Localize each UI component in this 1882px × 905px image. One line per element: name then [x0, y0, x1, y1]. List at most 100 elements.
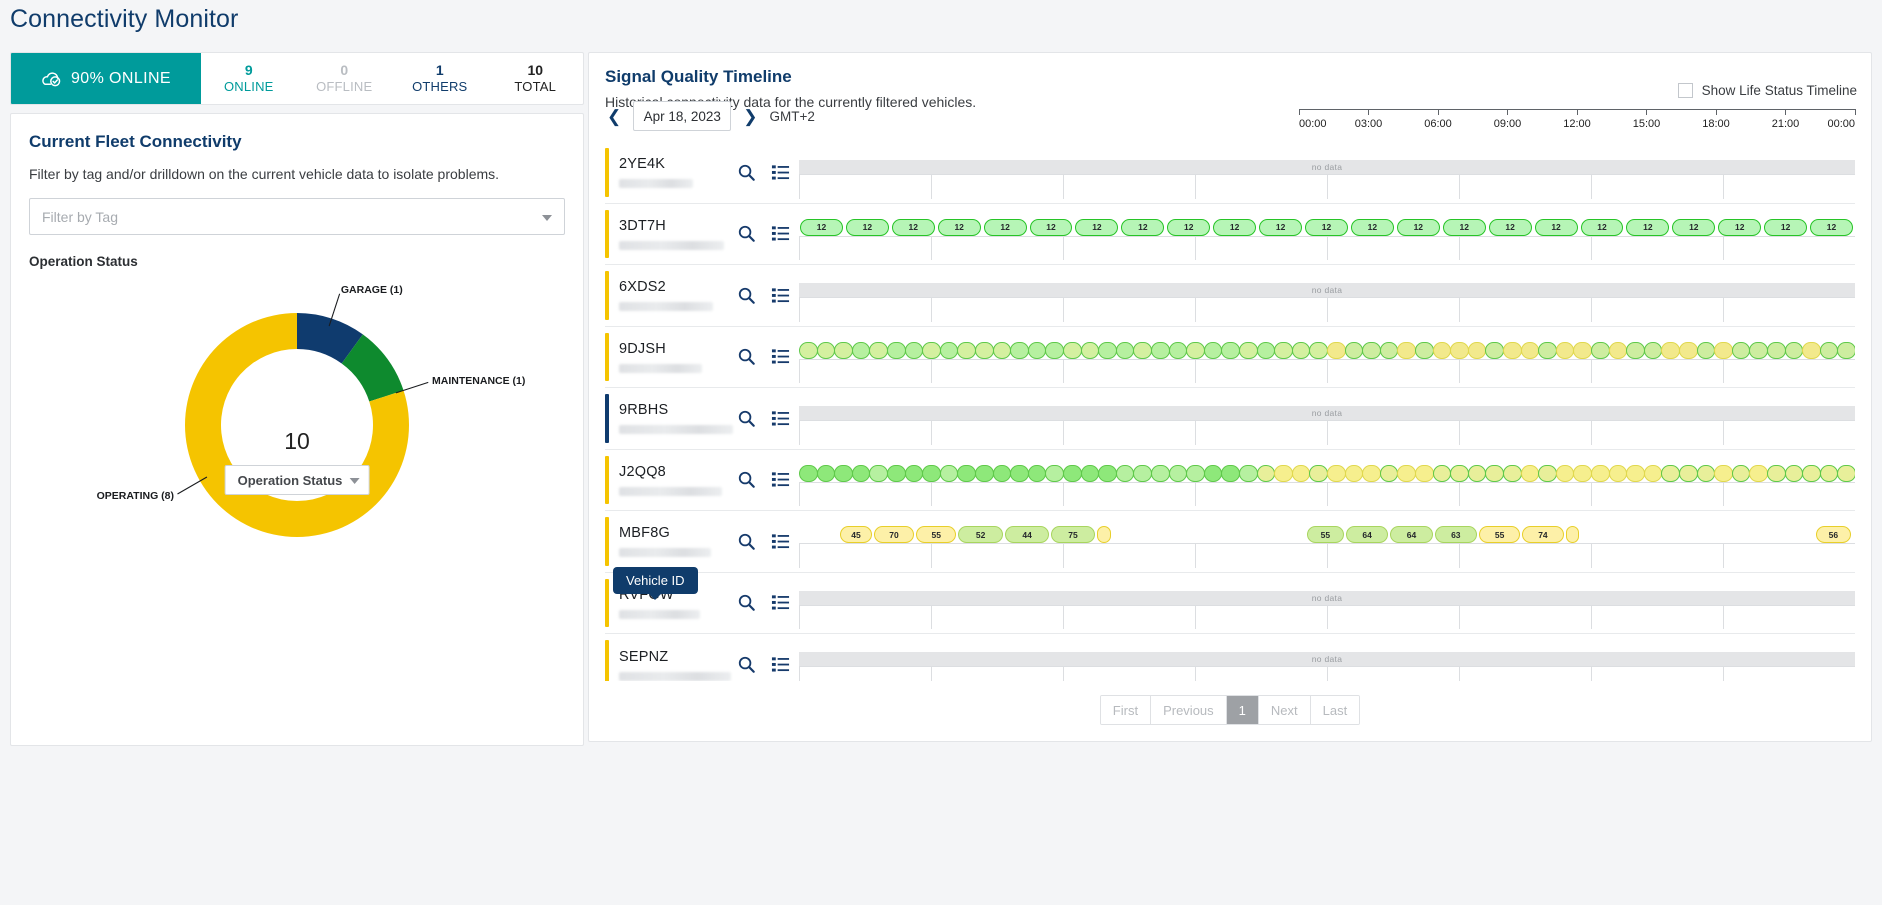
signal-dot[interactable] — [1274, 341, 1293, 359]
signal-dot[interactable] — [1256, 341, 1276, 359]
signal-pill[interactable]: 12 — [1534, 218, 1578, 236]
stat-online[interactable]: 9 ONLINE — [201, 53, 297, 104]
signal-dot[interactable] — [1309, 464, 1328, 482]
signal-dot[interactable] — [1696, 341, 1716, 359]
signal-dot[interactable] — [1538, 341, 1557, 359]
signal-dot[interactable] — [939, 341, 959, 359]
signal-dot[interactable] — [1503, 464, 1522, 482]
signal-dot[interactable] — [904, 464, 924, 482]
magnifier-icon[interactable] — [737, 224, 756, 243]
signal-dot[interactable] — [851, 341, 871, 359]
chevron-left-icon[interactable]: ❮ — [605, 108, 623, 125]
signal-dot[interactable] — [1256, 464, 1276, 482]
pagination-previous[interactable]: Previous — [1151, 696, 1227, 724]
signal-pill[interactable]: 12 — [1396, 218, 1440, 236]
signal-dot[interactable] — [1309, 341, 1328, 359]
signal-dot[interactable] — [1239, 464, 1258, 482]
signal-pill[interactable]: 12 — [1488, 218, 1532, 236]
signal-pill[interactable]: 52 — [958, 526, 1003, 543]
signal-pill[interactable]: 12 — [1580, 218, 1624, 236]
signal-dot[interactable] — [1626, 341, 1645, 359]
stat-others[interactable]: 1 OTHERS — [392, 53, 488, 104]
signal-pill[interactable]: 12 — [1259, 218, 1303, 236]
signal-dot[interactable] — [1045, 464, 1064, 482]
signal-pill[interactable]: 55 — [916, 526, 957, 543]
signal-dot[interactable] — [1415, 464, 1434, 482]
signal-dot[interactable] — [1133, 464, 1152, 482]
signal-dot[interactable] — [1327, 341, 1346, 359]
table-row[interactable]: MBF8G 45 70 55 52 44 75 55 64 64 63 55 74 56 — [605, 511, 1855, 573]
signal-dot[interactable] — [1168, 464, 1188, 482]
signal-dot[interactable] — [1555, 341, 1575, 359]
signal-pill[interactable]: 63 — [1434, 526, 1477, 543]
show-life-status-checkbox[interactable] — [1677, 83, 1693, 98]
signal-dot[interactable] — [1767, 464, 1786, 482]
signal-pill[interactable]: 12 — [1764, 218, 1808, 236]
signal-dot[interactable] — [1679, 464, 1698, 482]
timeline-track[interactable]: no data — [798, 265, 1855, 326]
signal-dot[interactable] — [1432, 464, 1452, 482]
signal-dot[interactable] — [1045, 341, 1064, 359]
signal-dot[interactable] — [975, 464, 994, 482]
table-row[interactable]: 9DJSH — [605, 327, 1855, 388]
signal-dot[interactable] — [1379, 341, 1399, 359]
magnifier-icon[interactable] — [737, 593, 756, 612]
signal-dot[interactable] — [1098, 341, 1117, 359]
pagination-last[interactable]: Last — [1310, 696, 1360, 724]
signal-pill[interactable]: 12 — [1167, 218, 1211, 236]
signal-pill[interactable]: 12 — [983, 218, 1027, 236]
signal-dot[interactable] — [834, 464, 853, 482]
signal-dot[interactable] — [1749, 341, 1768, 359]
signal-dot[interactable] — [1555, 464, 1575, 482]
signal-dot[interactable] — [1080, 464, 1100, 482]
timeline-track[interactable] — [798, 450, 1855, 511]
signal-dot[interactable] — [1538, 464, 1557, 482]
magnifier-icon[interactable] — [737, 655, 756, 674]
signal-dot[interactable] — [1027, 341, 1047, 359]
stat-total[interactable]: 10 TOTAL — [488, 53, 584, 104]
signal-pill[interactable]: 70 — [873, 526, 915, 543]
signal-dot[interactable] — [939, 464, 959, 482]
timeline-track[interactable]: 12 12 12 12 12 12 12 12 12 12 12 12 12 12 12 12 12 12 12 12… — [798, 204, 1855, 265]
signal-pill[interactable]: 74 — [1522, 526, 1564, 543]
signal-pill[interactable]: 12 — [1442, 218, 1486, 236]
signal-dot[interactable] — [1063, 464, 1082, 482]
signal-dot[interactable] — [1802, 341, 1821, 359]
signal-dot[interactable] — [1397, 464, 1416, 482]
signal-pill[interactable]: 64 — [1390, 526, 1433, 543]
signal-dot[interactable] — [1643, 464, 1663, 482]
signal-dot[interactable] — [1115, 464, 1135, 482]
list-details-icon[interactable] — [771, 593, 790, 612]
signal-dot[interactable] — [1080, 341, 1100, 359]
signal-dot[interactable] — [1168, 341, 1188, 359]
signal-dot[interactable] — [1485, 464, 1504, 482]
signal-dot[interactable] — [1010, 464, 1029, 482]
signal-dot[interactable] — [1520, 464, 1540, 482]
signal-dot[interactable] — [1379, 464, 1399, 482]
signal-pill[interactable]: 12 — [1213, 218, 1257, 236]
signal-pill[interactable]: 12 — [1305, 218, 1348, 236]
signal-dot[interactable] — [1098, 464, 1117, 482]
list-details-icon[interactable] — [771, 655, 790, 674]
signal-dot[interactable] — [1186, 341, 1205, 359]
timeline-track[interactable]: no data — [798, 573, 1855, 634]
signal-dot[interactable] — [957, 341, 976, 359]
online-percentage-badge[interactable]: 90% ONLINE — [11, 53, 201, 104]
signal-dot[interactable] — [799, 464, 818, 482]
signal-dot[interactable] — [1291, 464, 1311, 482]
signal-dot[interactable] — [1573, 464, 1592, 482]
signal-dot[interactable] — [1362, 464, 1381, 482]
signal-dot[interactable] — [1327, 464, 1346, 482]
signal-pill[interactable]: 12 — [937, 218, 981, 236]
signal-dot[interactable] — [1186, 464, 1205, 482]
signal-dot[interactable] — [922, 464, 941, 482]
chevron-right-icon[interactable]: ❯ — [741, 108, 759, 125]
signal-dot[interactable] — [1520, 341, 1540, 359]
signal-dot[interactable] — [1731, 464, 1751, 482]
signal-dot[interactable] — [1467, 341, 1487, 359]
signal-dot[interactable] — [816, 341, 836, 359]
signal-pill[interactable]: 12 — [1626, 218, 1670, 236]
signal-dot[interactable] — [1027, 464, 1047, 482]
list-details-icon[interactable] — [771, 286, 790, 305]
signal-dot[interactable] — [887, 464, 906, 482]
